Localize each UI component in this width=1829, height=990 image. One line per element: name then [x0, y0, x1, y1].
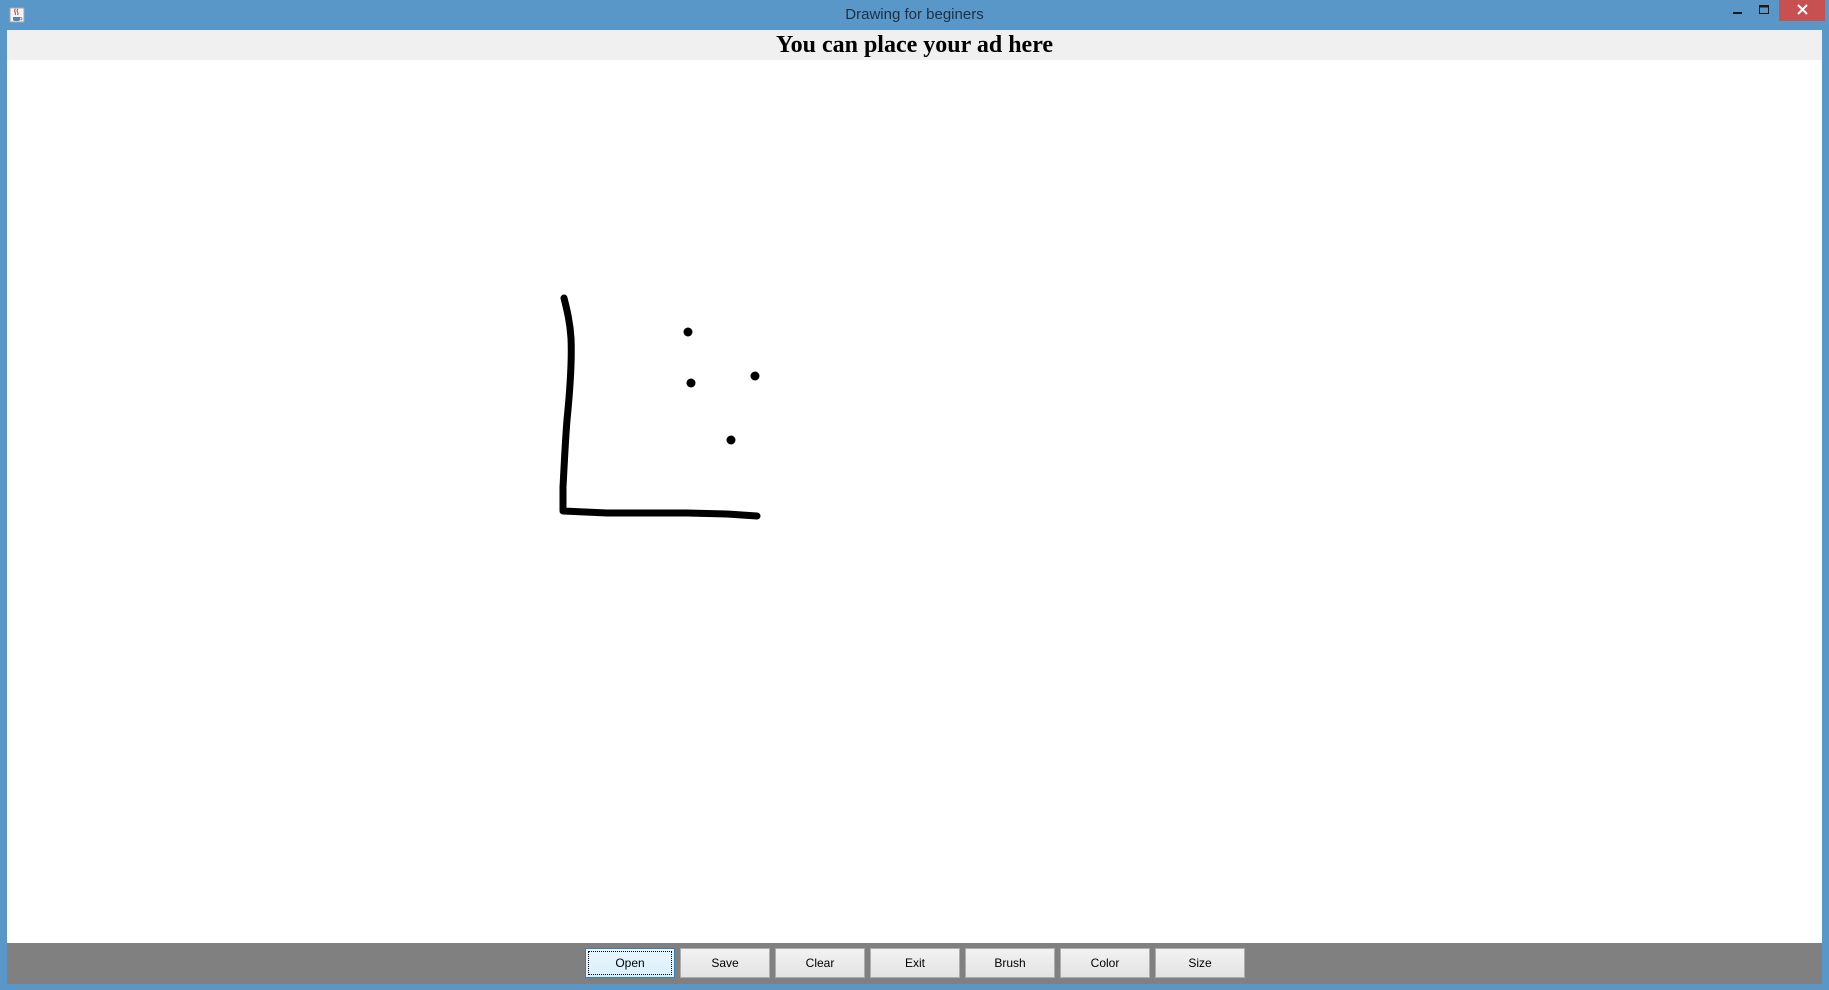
drawing-surface[interactable] — [7, 60, 1822, 943]
drawn-dot — [683, 327, 693, 337]
maximize-button[interactable] — [1751, 0, 1778, 21]
exit-button[interactable]: Exit — [870, 948, 960, 978]
drawn-dot — [726, 435, 736, 445]
drawn-dot — [686, 378, 696, 388]
open-button[interactable]: Open — [585, 948, 675, 978]
bottom-toolbar: Open Save Clear Exit Brush Color Size — [7, 943, 1822, 984]
drawn-stroke-l-shape — [559, 294, 761, 520]
window-title: Drawing for beginers — [845, 6, 984, 23]
close-icon — [1796, 2, 1808, 20]
brush-button[interactable]: Brush — [965, 948, 1055, 978]
close-button[interactable] — [1779, 0, 1825, 21]
client-area: You can place your ad here Open Save Cle… — [7, 30, 1822, 984]
drawn-dot — [750, 371, 760, 381]
toolbar-buttons: Open Save Clear Exit Brush Color Size — [585, 948, 1245, 978]
drawing-canvas[interactable] — [7, 60, 1822, 943]
title-bar[interactable]: Drawing for beginers — [0, 0, 1829, 30]
window-bottom-border — [0, 984, 1829, 990]
save-button[interactable]: Save — [680, 948, 770, 978]
ad-banner: You can place your ad here — [7, 30, 1822, 60]
app-window: Drawing for beginers You can place your … — [0, 0, 1829, 990]
maximize-icon — [1759, 2, 1770, 20]
minimize-button[interactable] — [1724, 0, 1751, 21]
minimize-icon — [1732, 2, 1743, 20]
size-button[interactable]: Size — [1155, 948, 1245, 978]
color-button[interactable]: Color — [1060, 948, 1150, 978]
clear-button[interactable]: Clear — [775, 948, 865, 978]
